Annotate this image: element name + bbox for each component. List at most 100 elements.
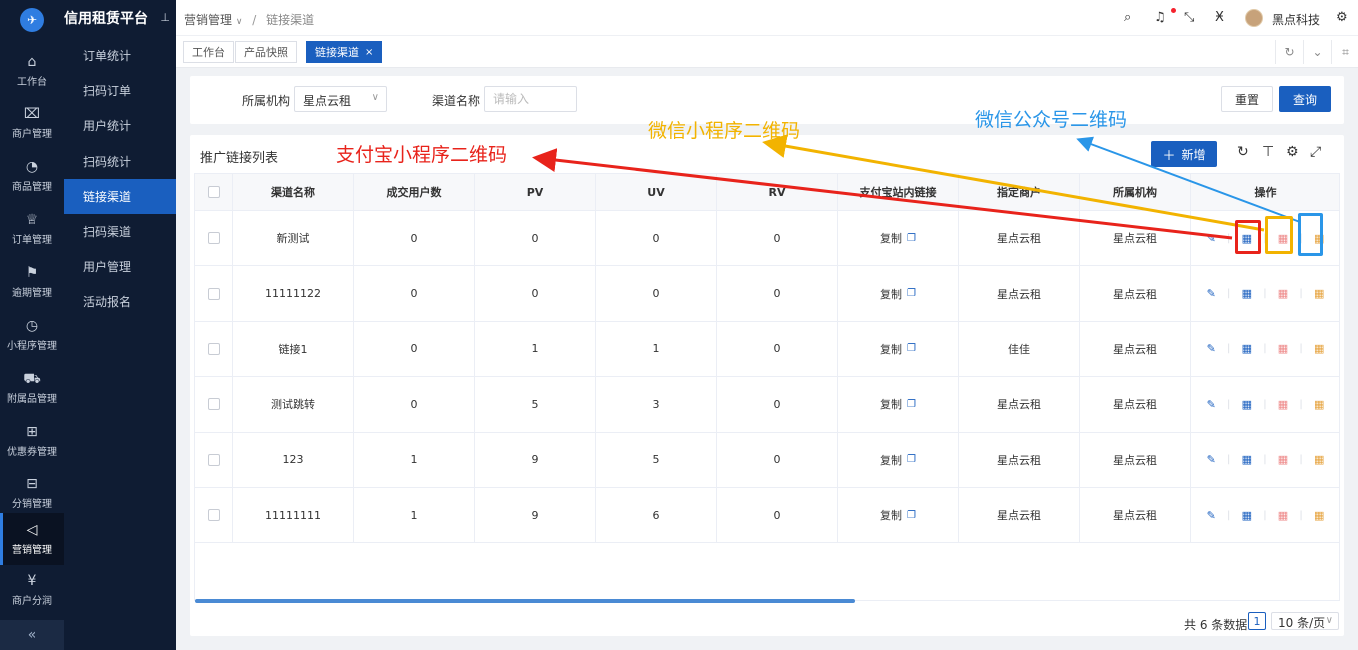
- edit-icon[interactable]: ✎: [1207, 398, 1216, 411]
- alipay-qr-icon[interactable]: ▦: [1242, 453, 1252, 466]
- sidebar-item-6[interactable]: 用户管理: [64, 249, 176, 284]
- select-all-checkbox[interactable]: [207, 186, 220, 198]
- rail-item-9[interactable]: ◁ 营销管理: [0, 513, 64, 565]
- refresh-icon[interactable]: ↻: [1275, 40, 1303, 64]
- alipay-qr-icon[interactable]: ▦: [1242, 398, 1252, 411]
- pin-icon[interactable]: ⊥: [160, 11, 170, 24]
- search-icon[interactable]: ⌕: [1124, 10, 1131, 25]
- row-checkbox[interactable]: [207, 287, 220, 300]
- table-row: 11111122 0 0 0 0 复制 ❐ 星点云租 星点云租 ✎ | ▦ | ▦ | ▦: [195, 266, 1339, 322]
- tab-product-snapshot[interactable]: 产品快照: [235, 41, 297, 63]
- rail-item-10[interactable]: ¥ 商户分润: [0, 564, 64, 616]
- reset-button[interactable]: 重置: [1221, 86, 1273, 112]
- alipay-qr-icon[interactable]: ▦: [1242, 509, 1252, 522]
- rail-item-4[interactable]: ⚑ 逾期管理: [0, 256, 64, 308]
- fullscreen-icon[interactable]: ⤢: [1310, 144, 1321, 160]
- translate-icon[interactable]: Ӿ: [1215, 10, 1224, 25]
- sidebar-item-2[interactable]: 用户统计: [64, 108, 176, 143]
- settings-icon[interactable]: ⚙: [1286, 144, 1299, 160]
- edit-icon[interactable]: ✎: [1207, 342, 1216, 355]
- collapse-icon[interactable]: «: [0, 620, 64, 650]
- wechat-official-qr-icon[interactable]: ▦: [1314, 342, 1324, 355]
- org-select[interactable]: 星点云租 ∨: [294, 86, 387, 112]
- cell-pv: 5: [475, 377, 596, 432]
- sidebar-item-3[interactable]: 扫码统计: [64, 144, 176, 179]
- notification-dot: [1171, 8, 1176, 13]
- cell-name: 11111122: [233, 266, 354, 321]
- rail-item-5[interactable]: ◷ 小程序管理: [0, 309, 64, 361]
- edit-icon[interactable]: ✎: [1207, 232, 1216, 245]
- copy-button[interactable]: 复制 ❐: [880, 396, 916, 412]
- breadcrumb-parent[interactable]: 营销管理: [184, 13, 232, 27]
- close-icon[interactable]: ×: [365, 47, 373, 58]
- channel-name-input[interactable]: [484, 86, 577, 112]
- copy-icon: ❐: [907, 509, 916, 521]
- rail-icon: ⚑: [25, 264, 39, 281]
- wechat-mini-qr-icon[interactable]: ▦: [1278, 509, 1288, 522]
- row-checkbox[interactable]: [207, 453, 220, 466]
- query-button[interactable]: 查询: [1279, 86, 1331, 112]
- sidebar-item-4[interactable]: 链接渠道: [64, 178, 176, 214]
- sidebar-item-7[interactable]: 活动报名: [64, 284, 176, 319]
- row-checkbox[interactable]: [207, 509, 220, 522]
- list-card: 推广链接列表 ＋ 新增 ↻ ⊤ ⚙ ⤢ 渠道名称 成交用户数 PV UV RV 支付宝站内链…: [190, 135, 1344, 636]
- rail-item-7[interactable]: ⊞ 优惠券管理: [0, 415, 64, 467]
- breadcrumb-separator: /: [252, 13, 257, 27]
- cell-alipay-link: 复制 ❐: [838, 266, 959, 321]
- edit-icon[interactable]: ✎: [1207, 287, 1216, 300]
- rail-item-8[interactable]: ⊟ 分销管理: [0, 467, 64, 519]
- chevron-down-icon[interactable]: ⌄: [1303, 40, 1331, 64]
- wechat-official-qr-icon[interactable]: ▦: [1314, 398, 1324, 411]
- wechat-official-qr-icon[interactable]: ▦: [1314, 509, 1324, 522]
- column-height-icon[interactable]: ⊤: [1262, 144, 1274, 160]
- maximize-icon[interactable]: ⌗: [1331, 40, 1358, 64]
- channel-table: 渠道名称 成交用户数 PV UV RV 支付宝站内链接 指定商户 所属机构 操作 新测试 0 0 0 0 复…: [194, 173, 1340, 601]
- horizontal-scrollbar[interactable]: [195, 599, 855, 603]
- cell-uv: 3: [596, 377, 717, 432]
- tab-label: 工作台: [192, 46, 225, 59]
- avatar[interactable]: [1245, 9, 1263, 27]
- fullscreen-icon[interactable]: ⤡: [1184, 10, 1194, 25]
- sidebar-item-1[interactable]: 扫码订单: [64, 73, 176, 108]
- cell-merchant: 星点云租: [959, 211, 1080, 266]
- rail-icon: ◔: [25, 158, 39, 175]
- rail-item-0[interactable]: ⌂ 工作台: [0, 45, 64, 97]
- wechat-mini-qr-icon[interactable]: ▦: [1278, 287, 1288, 300]
- wechat-official-qr-icon[interactable]: ▦: [1314, 453, 1324, 466]
- copy-button[interactable]: 复制 ❐: [880, 452, 916, 468]
- row-checkbox-cell: [195, 377, 233, 432]
- page-current[interactable]: 1: [1248, 612, 1266, 630]
- row-checkbox[interactable]: [207, 398, 220, 411]
- tab-workbench[interactable]: 工作台: [183, 41, 234, 63]
- settings-icon[interactable]: ⚙: [1336, 10, 1348, 25]
- row-checkbox[interactable]: [207, 232, 220, 245]
- wechat-mini-qr-icon[interactable]: ▦: [1278, 398, 1288, 411]
- sidebar-item-0[interactable]: 订单统计: [64, 38, 176, 73]
- wechat-mini-qr-icon[interactable]: ▦: [1278, 342, 1288, 355]
- tab-link-channel[interactable]: 链接渠道 ×: [306, 41, 383, 63]
- bell-icon[interactable]: ♫: [1154, 10, 1166, 25]
- edit-icon[interactable]: ✎: [1207, 509, 1216, 522]
- cell-operations: ✎ | ▦ | ▦ | ▦: [1191, 266, 1339, 320]
- rail-item-1[interactable]: ⌧ 商户管理: [0, 97, 64, 149]
- copy-button[interactable]: 复制 ❐: [880, 507, 916, 523]
- copy-button[interactable]: 复制 ❐: [880, 341, 916, 357]
- sidebar-item-5[interactable]: 扫码渠道: [64, 214, 176, 249]
- page-size-select[interactable]: 10 条/页 ∨: [1271, 612, 1339, 630]
- rail-item-6[interactable]: ⛟ 附属品管理: [0, 362, 64, 414]
- rail-label: 商户分润: [12, 595, 52, 607]
- wechat-official-qr-icon[interactable]: ▦: [1314, 287, 1324, 300]
- row-checkbox[interactable]: [207, 342, 220, 355]
- edit-icon[interactable]: ✎: [1207, 453, 1216, 466]
- alipay-qr-icon[interactable]: ▦: [1242, 342, 1252, 355]
- rail-item-2[interactable]: ◔ 商品管理: [0, 150, 64, 202]
- refresh-icon[interactable]: ↻: [1237, 144, 1249, 160]
- copy-button[interactable]: 复制 ❐: [880, 286, 916, 302]
- add-button[interactable]: ＋ 新增: [1151, 141, 1217, 167]
- cell-rv: 0: [717, 377, 838, 432]
- rail-item-3[interactable]: ♕ 订单管理: [0, 203, 64, 255]
- user-name[interactable]: 黑点科技: [1272, 11, 1320, 28]
- wechat-mini-qr-icon[interactable]: ▦: [1278, 453, 1288, 466]
- alipay-qr-icon[interactable]: ▦: [1242, 287, 1252, 300]
- copy-button[interactable]: 复制 ❐: [880, 230, 916, 246]
